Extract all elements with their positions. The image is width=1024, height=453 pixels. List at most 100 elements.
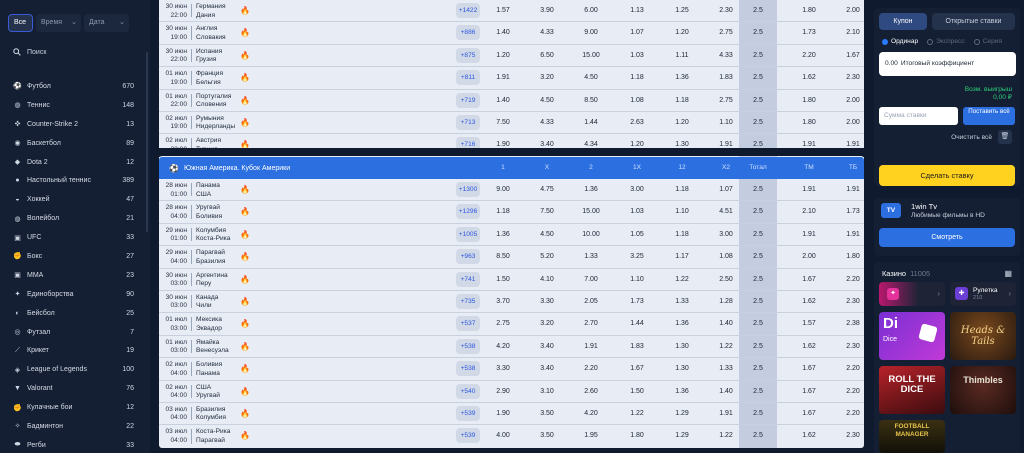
odds-cell[interactable]: 1.67	[791, 269, 827, 291]
match-row[interactable]: 28 июн 01:00 Панама США 🔥 +1300 9.00 4.75 1.36 3.…	[159, 179, 864, 202]
odds-cell[interactable]: 2.10	[791, 201, 827, 223]
odds-cell[interactable]: 1.20	[485, 45, 521, 67]
odds-cell[interactable]: 4.33	[529, 22, 565, 44]
match-row[interactable]: 30 июн 22:00 Испания Грузия 🔥 +875 1.20 6.50 15.…	[159, 44, 864, 68]
odds-cell[interactable]: 1.30	[664, 358, 700, 380]
sidebar-item-sport[interactable]: ▼ Valorant 76	[0, 379, 150, 398]
odds-cell[interactable]: 3.70	[485, 291, 521, 313]
odds-cell[interactable]: 1.36	[664, 381, 700, 403]
odds-cell[interactable]: 3.40	[529, 358, 565, 380]
sidebar-item-sport[interactable]: ◎ Футзал 7	[0, 323, 150, 342]
odds-cell[interactable]: 1.80	[791, 90, 827, 112]
match-row[interactable]: 01 июл 19:00 Франция Бельгия 🔥 +811 1.91 3.20 4.…	[159, 67, 864, 90]
sidebar-item-sport[interactable]: ◈ League of Legends 100	[0, 360, 150, 379]
odds-cell[interactable]: 1.18	[664, 224, 700, 246]
odds-cell[interactable]: 6.50	[529, 45, 565, 67]
odds-cell[interactable]: 1.36	[485, 224, 521, 246]
odds-cell[interactable]: 3.10	[529, 381, 565, 403]
sidebar-item-sport[interactable]: ✧ Бадминтон 22	[0, 417, 150, 436]
odds-cell[interactable]: 1.36	[664, 67, 700, 89]
match-teams[interactable]: Ямайка Венесуэла	[196, 336, 240, 357]
watch-button[interactable]: Смотреть	[879, 228, 1015, 247]
odds-cell[interactable]: 1.22	[664, 269, 700, 291]
odds-cell[interactable]: 4.50	[529, 224, 565, 246]
sidebar-item-sport[interactable]: ◒ Хоккей 47	[0, 190, 150, 209]
odds-cell[interactable]: 7.50	[529, 201, 565, 223]
game-tile-dice[interactable]: Di Dice	[879, 312, 945, 360]
match-row[interactable]: 02 июл 19:00 Румыния Нидерланды 🔥 +713 7.50 4.3…	[159, 111, 864, 135]
odds-cell[interactable]: 2.50	[708, 269, 744, 291]
sidebar-item-sport[interactable]: ● Настольный теннис 389	[0, 171, 150, 190]
odds-cell[interactable]: 1.73	[791, 22, 827, 44]
odds-cell[interactable]: 1.95	[573, 425, 609, 447]
grid-icon[interactable]: ▦	[1004, 269, 1012, 278]
sidebar-item-sport[interactable]: ⚽ Футбол 670	[0, 77, 150, 96]
odds-cell[interactable]: 1.08	[708, 246, 744, 268]
odds-cell[interactable]: 1.22	[708, 336, 744, 358]
odds-cell[interactable]: 1.91	[708, 403, 744, 425]
odds-cell[interactable]: 3.00	[619, 179, 655, 201]
odds-cell[interactable]: 7.00	[573, 269, 609, 291]
odds-cell[interactable]: 1.11	[664, 45, 700, 67]
odds-cell[interactable]: 2.00	[791, 246, 827, 268]
odds-cell[interactable]: 1.44	[619, 313, 655, 335]
odds-cell[interactable]: 1.33	[573, 246, 609, 268]
odds-cell[interactable]: 2.75	[485, 313, 521, 335]
more-markets-button[interactable]: +537	[456, 316, 480, 332]
odds-cell[interactable]: 1.20	[664, 22, 700, 44]
odds-cell[interactable]: 1.73	[835, 201, 871, 223]
more-markets-button[interactable]: +713	[456, 114, 480, 130]
odds-cell[interactable]: 2.90	[485, 381, 521, 403]
odds-cell[interactable]: 2.00	[835, 0, 871, 22]
odds-cell[interactable]: 1.18	[485, 201, 521, 223]
odds-cell[interactable]: 2.20	[835, 403, 871, 425]
odds-cell[interactable]: 1.83	[619, 336, 655, 358]
odds-cell[interactable]: 1.10	[708, 112, 744, 134]
odds-cell[interactable]: 2.30	[708, 0, 744, 22]
odds-cell[interactable]: 1.30	[664, 336, 700, 358]
odds-cell[interactable]: 10.00	[573, 224, 609, 246]
odds-cell[interactable]: 4.50	[529, 90, 565, 112]
odds-cell[interactable]: 2.70	[573, 313, 609, 335]
odds-cell[interactable]: 1.67	[791, 403, 827, 425]
sidebar-item-sport[interactable]: ✦ Единоборства 90	[0, 285, 150, 304]
odds-cell[interactable]: 1.62	[791, 67, 827, 89]
match-teams[interactable]: Англия Словакия	[196, 22, 240, 43]
odds-cell[interactable]: 1.07	[619, 22, 655, 44]
sidebar-item-sport[interactable]: ▣ MMA 23	[0, 266, 150, 285]
match-teams[interactable]: Испания Грузия	[196, 45, 240, 66]
make-bet-button[interactable]: Сделать ставку	[879, 165, 1015, 186]
odds-cell[interactable]: 1.80	[619, 425, 655, 447]
odds-cell[interactable]: 1.18	[664, 179, 700, 201]
odds-cell[interactable]: 1.57	[485, 0, 521, 22]
odds-cell[interactable]: 7.50	[485, 112, 521, 134]
more-markets-button[interactable]: +539	[456, 405, 480, 421]
odds-cell[interactable]: 15.00	[573, 45, 609, 67]
more-markets-button[interactable]: +886	[456, 25, 480, 41]
match-teams[interactable]: Коста-Рика Парагвай	[196, 425, 240, 447]
game-tile-promo[interactable]: ✦ ›	[879, 282, 945, 306]
sidebar-item-sport[interactable]: ✊ Бокс 27	[0, 247, 150, 266]
match-teams[interactable]: Бразилия Колумбия	[196, 403, 240, 424]
match-row[interactable]: 29 июн 04:00 Парагвай Бразилия 🔥 +963 8.50 5.20…	[159, 246, 864, 269]
odds-cell[interactable]: 2.38	[835, 313, 871, 335]
sidebar-scrollbar[interactable]	[146, 52, 148, 232]
more-markets-button[interactable]: +963	[456, 249, 480, 265]
odds-cell[interactable]: 9.00	[573, 22, 609, 44]
search-field[interactable]: Поиск	[13, 46, 150, 58]
match-teams[interactable]: Уругвай Боливия	[196, 201, 240, 222]
match-teams[interactable]: Канада Чили	[196, 291, 240, 312]
more-markets-button[interactable]: +875	[456, 47, 480, 63]
trash-icon[interactable]: 🗑	[998, 130, 1012, 144]
stake-all-button[interactable]: Поставить всё	[963, 107, 1015, 125]
match-row[interactable]: 30 июн 03:00 Канада Чили 🔥 +735 3.70 3.30 2.05 1.…	[159, 290, 864, 314]
sidebar-item-sport[interactable]: ▣ UFC 33	[0, 228, 150, 247]
odds-cell[interactable]: 1.67	[835, 45, 871, 67]
sidebar-item-sport[interactable]: ✜ Counter-Strike 2 13	[0, 115, 150, 134]
odds-cell[interactable]: 1.08	[619, 90, 655, 112]
sidebar-item-sport[interactable]: ◍ Волейбол 21	[0, 209, 150, 228]
match-row[interactable]: 30 июн 22:00 Германия Дания 🔥 +1422 1.57 3.90 6.…	[159, 0, 864, 23]
odds-cell[interactable]: 3.20	[529, 313, 565, 335]
odds-cell[interactable]: 1.10	[619, 269, 655, 291]
odds-cell[interactable]: 1.40	[485, 90, 521, 112]
